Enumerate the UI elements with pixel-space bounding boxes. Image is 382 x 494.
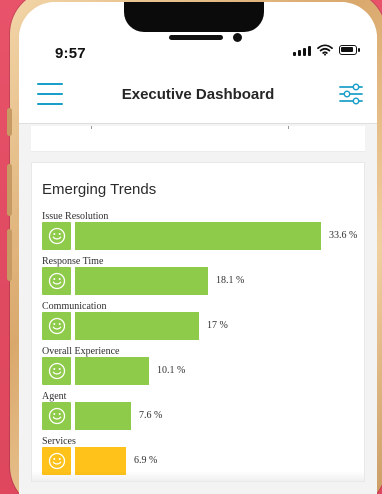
battery-icon <box>339 45 360 55</box>
signal-icon <box>293 44 311 56</box>
smile-icon <box>42 402 71 430</box>
trend-label: Overall Experience <box>42 346 120 357</box>
tick-mark <box>288 126 289 129</box>
trend-value: 10.1 % <box>157 365 186 376</box>
smile-icon <box>42 447 71 475</box>
trend-bar <box>75 402 131 430</box>
trend-value: 7.6 % <box>139 410 163 421</box>
camera-dot <box>233 33 242 42</box>
camera-pill <box>169 35 223 40</box>
smile-icon <box>42 312 71 340</box>
trend-label: Communication <box>42 301 107 312</box>
side-button <box>7 164 12 216</box>
trend-label: Response Time <box>42 256 104 267</box>
status-time: 9:57 <box>55 45 86 62</box>
trend-label: Issue Resolution <box>42 211 109 222</box>
trend-row: Overall Experience 10.1 % <box>42 346 356 391</box>
wifi-icon <box>317 44 333 56</box>
phone-screen: 9:57 Executive Dashboard Emerging Trends… <box>19 2 377 494</box>
trend-value: 6.9 % <box>134 455 158 466</box>
trend-bar <box>75 267 208 295</box>
trend-row: Response Time 18.1 % <box>42 256 356 301</box>
trend-row: Issue Resolution 33.6 % <box>42 211 358 256</box>
trend-row: Services 6.9 % <box>42 436 356 481</box>
smile-icon <box>42 222 71 250</box>
trend-row: Agent 7.6 % <box>42 391 356 436</box>
emerging-trends-card: Emerging Trends Issue Resolution 33.6 % … <box>31 162 365 482</box>
trend-label: Agent <box>42 391 67 402</box>
smile-icon <box>42 357 71 385</box>
trend-bar <box>75 222 321 250</box>
previous-card-stub <box>31 126 365 152</box>
app-scene: 9:57 Executive Dashboard Emerging Trends… <box>0 0 382 494</box>
trend-bar <box>75 312 199 340</box>
notch <box>124 2 264 32</box>
page-title: Executive Dashboard <box>121 86 275 103</box>
status-bar: 9:57 <box>19 2 377 66</box>
sliders-icon[interactable] <box>338 81 364 107</box>
status-icons <box>293 44 360 56</box>
side-button <box>7 108 12 136</box>
trend-bar <box>75 357 149 385</box>
trend-value: 18.1 % <box>216 275 245 286</box>
battery-fill <box>341 47 353 52</box>
tick-mark <box>91 126 92 129</box>
smile-icon <box>42 267 71 295</box>
trend-label: Services <box>42 436 76 447</box>
trend-bar <box>75 447 126 475</box>
side-button <box>7 229 12 281</box>
app-header: Executive Dashboard <box>19 66 377 124</box>
trend-value: 17 % <box>207 320 228 331</box>
trend-row: Communication 17 % <box>42 301 356 346</box>
trend-value: 33.6 % <box>329 230 358 241</box>
card-title: Emerging Trends <box>42 181 157 198</box>
